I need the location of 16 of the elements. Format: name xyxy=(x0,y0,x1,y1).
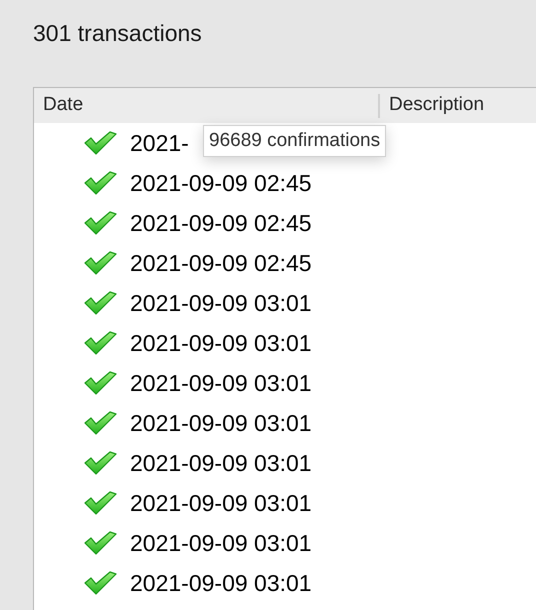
date-cell-text: 2021-09-09 03:01 xyxy=(130,368,312,398)
column-header[interactable]: Description xyxy=(378,94,536,118)
column-header[interactable]: Date xyxy=(34,88,378,123)
date-cell-text: 2021-09-09 03:01 xyxy=(130,528,312,558)
date-cell-text: 2021-09-09 03:01 xyxy=(130,568,312,598)
date-cell-text: 2021-09-09 03:01 xyxy=(130,488,312,518)
date-cell-text: 2021-09-09 02:45 xyxy=(130,248,312,278)
date-cell-text: 2021-09-09 03:01 xyxy=(130,288,312,318)
tooltip: 96689 confirmations xyxy=(203,125,386,157)
date-cell-text: 2021-09-09 02:45 xyxy=(130,208,312,238)
date-cell-text: 2021-09-09 03:01 xyxy=(130,328,312,358)
date-cell-text: 2021-09-09 03:01 xyxy=(130,448,312,478)
date-cell-text: 2021- xyxy=(130,128,189,158)
heading: 301 transactions xyxy=(33,19,202,48)
date-cell-text: 2021-09-09 02:45 xyxy=(130,168,312,198)
date-cell-text: 2021-09-09 03:01 xyxy=(130,408,312,438)
